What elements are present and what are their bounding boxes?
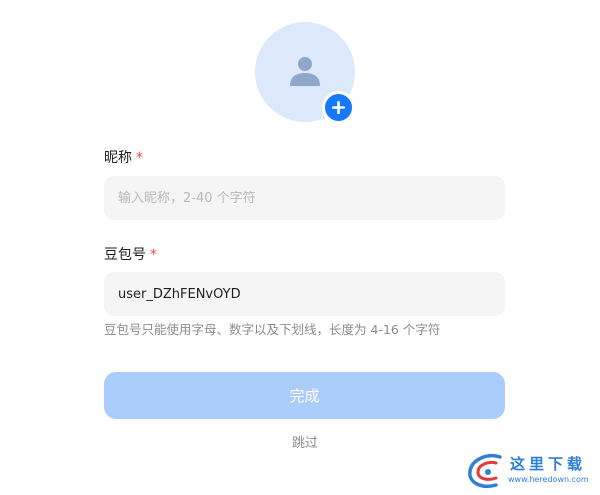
watermark-text: 这里下载	[510, 455, 587, 473]
skip-link[interactable]: 跳过	[0, 432, 600, 451]
avatar-uploader[interactable]	[255, 22, 355, 124]
profile-setup-page: 昵称* 豆包号* 豆包号只能使用字母、数字以及下划线，长度为 4-16 个字符 …	[0, 0, 600, 495]
doubao-id-hint: 豆包号只能使用字母、数字以及下划线，长度为 4-16 个字符	[104, 322, 441, 337]
watermark: 这里下载 www.heredown.com	[466, 451, 594, 491]
required-mark: *	[136, 150, 143, 166]
user-silhouette-icon	[290, 57, 320, 86]
nickname-label-text: 昵称	[104, 150, 132, 166]
doubao-id-label-text: 豆包号	[104, 247, 146, 263]
watermark-url: www.heredown.com	[508, 475, 589, 484]
doubao-id-label: 豆包号 *	[104, 246, 157, 264]
nickname-input[interactable]	[104, 176, 505, 220]
nickname-label: 昵称 *	[104, 149, 143, 167]
required-mark: *	[150, 247, 157, 263]
submit-button[interactable]: 完成	[104, 372, 505, 419]
add-avatar-button[interactable]	[322, 91, 355, 124]
doubao-id-input[interactable]	[104, 272, 505, 316]
plus-icon	[332, 101, 345, 114]
watermark-logo-icon	[468, 454, 502, 488]
